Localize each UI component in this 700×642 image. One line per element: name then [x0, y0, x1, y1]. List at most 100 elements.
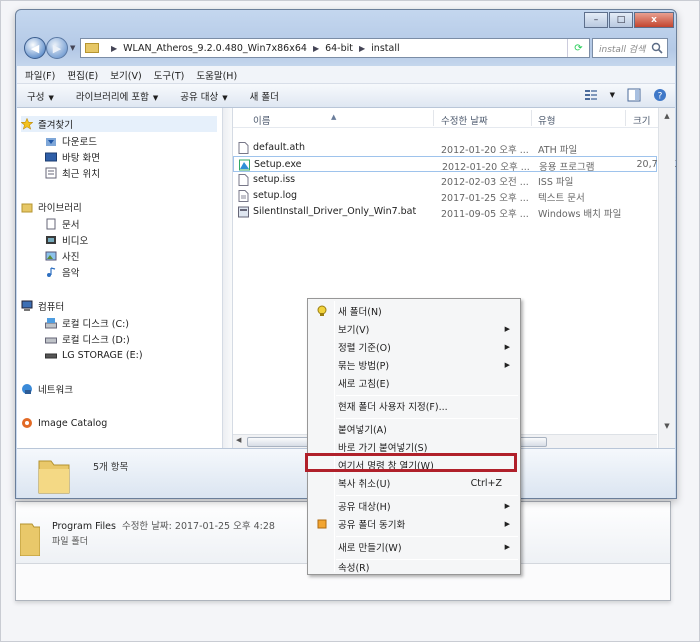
breadcrumb-separator-icon[interactable]: ▶: [111, 44, 117, 53]
help-icon[interactable]: ?: [653, 88, 667, 102]
menu-refresh[interactable]: 새로 고침(E): [310, 374, 518, 392]
organize-button[interactable]: 구성 ▼: [27, 89, 54, 103]
file-row-selected[interactable]: Setup.exe 2012-01-20 오후 ... 응용 프로그램 20,7…: [233, 156, 676, 173]
recent-pages-dropdown-icon[interactable]: ▼: [70, 44, 75, 52]
file-name: default.ath: [253, 142, 306, 153]
new-folder-icon: [317, 305, 327, 316]
menu-edit[interactable]: 편집(E): [67, 68, 98, 82]
item-count: 5개 항목: [93, 462, 129, 473]
nav-drive-c[interactable]: 로컬 디스크 (C:): [45, 315, 129, 331]
file-name: setup.iss: [253, 174, 296, 185]
computer-icon: [21, 300, 33, 311]
nav-videos[interactable]: 비디오: [45, 232, 88, 248]
maximize-button[interactable]: □: [609, 12, 633, 28]
file-name: SilentInstall_Driver_Only_Win7.bat: [253, 206, 417, 217]
file-date: 2012-01-20 오후 ...: [441, 145, 529, 156]
screenshot-frame: Program Files 수정한 날짜: 2017-01-25 오후 4:28 …: [0, 0, 700, 642]
forward-button[interactable]: ▶: [46, 37, 68, 59]
back-button[interactable]: ◀: [24, 37, 46, 59]
sync-icon: [317, 519, 327, 529]
nav-downloads[interactable]: 다운로드: [45, 133, 97, 149]
nav-drive-e[interactable]: LG STORAGE (E:): [45, 347, 143, 363]
breadcrumb-item[interactable]: install: [371, 43, 399, 54]
menu-new-folder[interactable]: 새 폴더(N): [310, 302, 518, 320]
breadcrumb-separator-icon[interactable]: ▶: [359, 44, 365, 53]
menu-paste[interactable]: 붙여넣기(A): [310, 420, 518, 438]
menu-file[interactable]: 파일(F): [25, 68, 55, 82]
menu-sync-shared-folder[interactable]: 공유 폴더 동기화 ▶: [310, 515, 518, 533]
column-name[interactable]: 이름: [253, 113, 270, 127]
new-folder-button[interactable]: 새 폴더: [250, 89, 279, 103]
file-row[interactable]: setup.iss 2012-02-03 오전 ... ISS 파일 1K: [233, 172, 675, 188]
nav-image-catalog[interactable]: Image Catalog: [21, 415, 107, 431]
menu-new[interactable]: 새로 만들기(W) ▶: [310, 538, 518, 556]
search-placeholder: install 검색: [599, 44, 646, 55]
close-button[interactable]: x: [634, 12, 674, 28]
menu-help[interactable]: 도움말(H): [196, 68, 237, 82]
nav-recent-places[interactable]: 최근 위치: [45, 165, 100, 181]
menu-separator: [336, 536, 518, 537]
file-row[interactable]: default.ath 2012-01-20 오후 ... ATH 파일 1K: [233, 140, 675, 156]
scroll-up-icon[interactable]: ▲: [659, 108, 675, 124]
batch-file-icon: [238, 206, 249, 218]
column-divider[interactable]: [625, 110, 626, 126]
menu-open-command-window[interactable]: 여기서 명령 창 열기(W): [310, 456, 518, 474]
column-divider[interactable]: [531, 110, 532, 126]
breadcrumb-item[interactable]: WLAN_Atheros_9.2.0.480_Win7x86x64: [123, 43, 307, 54]
minimize-button[interactable]: –: [584, 12, 608, 28]
menu-sort-by[interactable]: 정렬 기준(O) ▶: [310, 338, 518, 356]
menu-share-with[interactable]: 공유 대상(H) ▶: [310, 497, 518, 515]
column-size[interactable]: 크기: [633, 113, 650, 127]
include-in-library-button[interactable]: 라이브러리에 포함 ▼: [76, 89, 158, 103]
menu-properties[interactable]: 속성(R): [310, 558, 518, 576]
nav-favorites[interactable]: 즐겨찾기: [21, 116, 217, 132]
view-dropdown-icon[interactable]: ▼: [610, 91, 615, 99]
search-icon[interactable]: [651, 42, 663, 54]
column-divider[interactable]: [433, 110, 434, 126]
menu-group-by[interactable]: 묶는 방법(P) ▶: [310, 356, 518, 374]
nav-pictures[interactable]: 사진: [45, 248, 79, 264]
menu-separator: [336, 495, 518, 496]
nav-music[interactable]: 음악: [45, 264, 79, 280]
search-input[interactable]: install 검색: [592, 38, 668, 58]
nav-drive-d[interactable]: 로컬 디스크 (D:): [45, 331, 130, 347]
scroll-left-icon[interactable]: ◀: [236, 436, 241, 444]
nav-computer[interactable]: 컴퓨터: [21, 298, 64, 314]
breadcrumb-separator-icon[interactable]: ▶: [313, 44, 319, 53]
desktop-icon: [45, 152, 57, 162]
removable-drive-icon: [45, 353, 57, 359]
nav-network[interactable]: 네트워크: [21, 381, 73, 397]
navigation-scrollbar[interactable]: [223, 108, 233, 448]
breadcrumb-item[interactable]: 64-bit: [325, 43, 353, 54]
menu-paste-shortcut[interactable]: 바로 가기 붙여넣기(S): [310, 438, 518, 456]
file-row[interactable]: setup.log 2017-01-25 오후 ... 텍스트 문서 1K: [233, 188, 675, 204]
scroll-down-icon[interactable]: ▼: [659, 418, 675, 434]
vertical-scrollbar[interactable]: ▲ ▼: [658, 108, 675, 448]
folder-icon: [38, 460, 70, 494]
sort-ascending-icon: ▲: [331, 113, 337, 121]
file-row[interactable]: SilentInstall_Driver_Only_Win7.bat 2011-…: [233, 204, 675, 220]
column-type[interactable]: 유형: [538, 113, 555, 127]
file-type: 텍스트 문서: [538, 193, 585, 204]
preview-pane-icon[interactable]: [627, 88, 641, 102]
refresh-icon[interactable]: ⟳: [567, 39, 589, 57]
videos-icon: [46, 236, 56, 244]
nav-documents[interactable]: 문서: [45, 216, 79, 232]
address-bar[interactable]: ▶ WLAN_Atheros_9.2.0.480_Win7x86x64 ▶ 64…: [80, 38, 590, 58]
menu-customize-folder[interactable]: 현재 폴더 사용자 지정(F)...: [310, 397, 518, 415]
folder-icon: [85, 43, 99, 53]
nav-desktop[interactable]: 바탕 화면: [45, 149, 100, 165]
menu-view[interactable]: 보기(V) ▶: [310, 320, 518, 338]
submenu-arrow-icon: ▶: [504, 520, 510, 528]
chevron-down-icon: ▼: [222, 93, 228, 102]
downloads-folder-icon: [46, 138, 56, 146]
menu-undo-copy[interactable]: 복사 취소(U) Ctrl+Z: [310, 474, 518, 492]
nav-libraries[interactable]: 라이브러리: [21, 199, 82, 215]
view-options-icon[interactable]: [584, 88, 598, 102]
column-date[interactable]: 수정한 날짜: [441, 113, 488, 127]
menu-view[interactable]: 보기(V): [110, 68, 141, 82]
menu-tools[interactable]: 도구(T): [154, 68, 185, 82]
network-icon: [22, 384, 32, 394]
share-with-button[interactable]: 공유 대상 ▼: [180, 89, 227, 103]
folder-icon: [20, 523, 40, 556]
